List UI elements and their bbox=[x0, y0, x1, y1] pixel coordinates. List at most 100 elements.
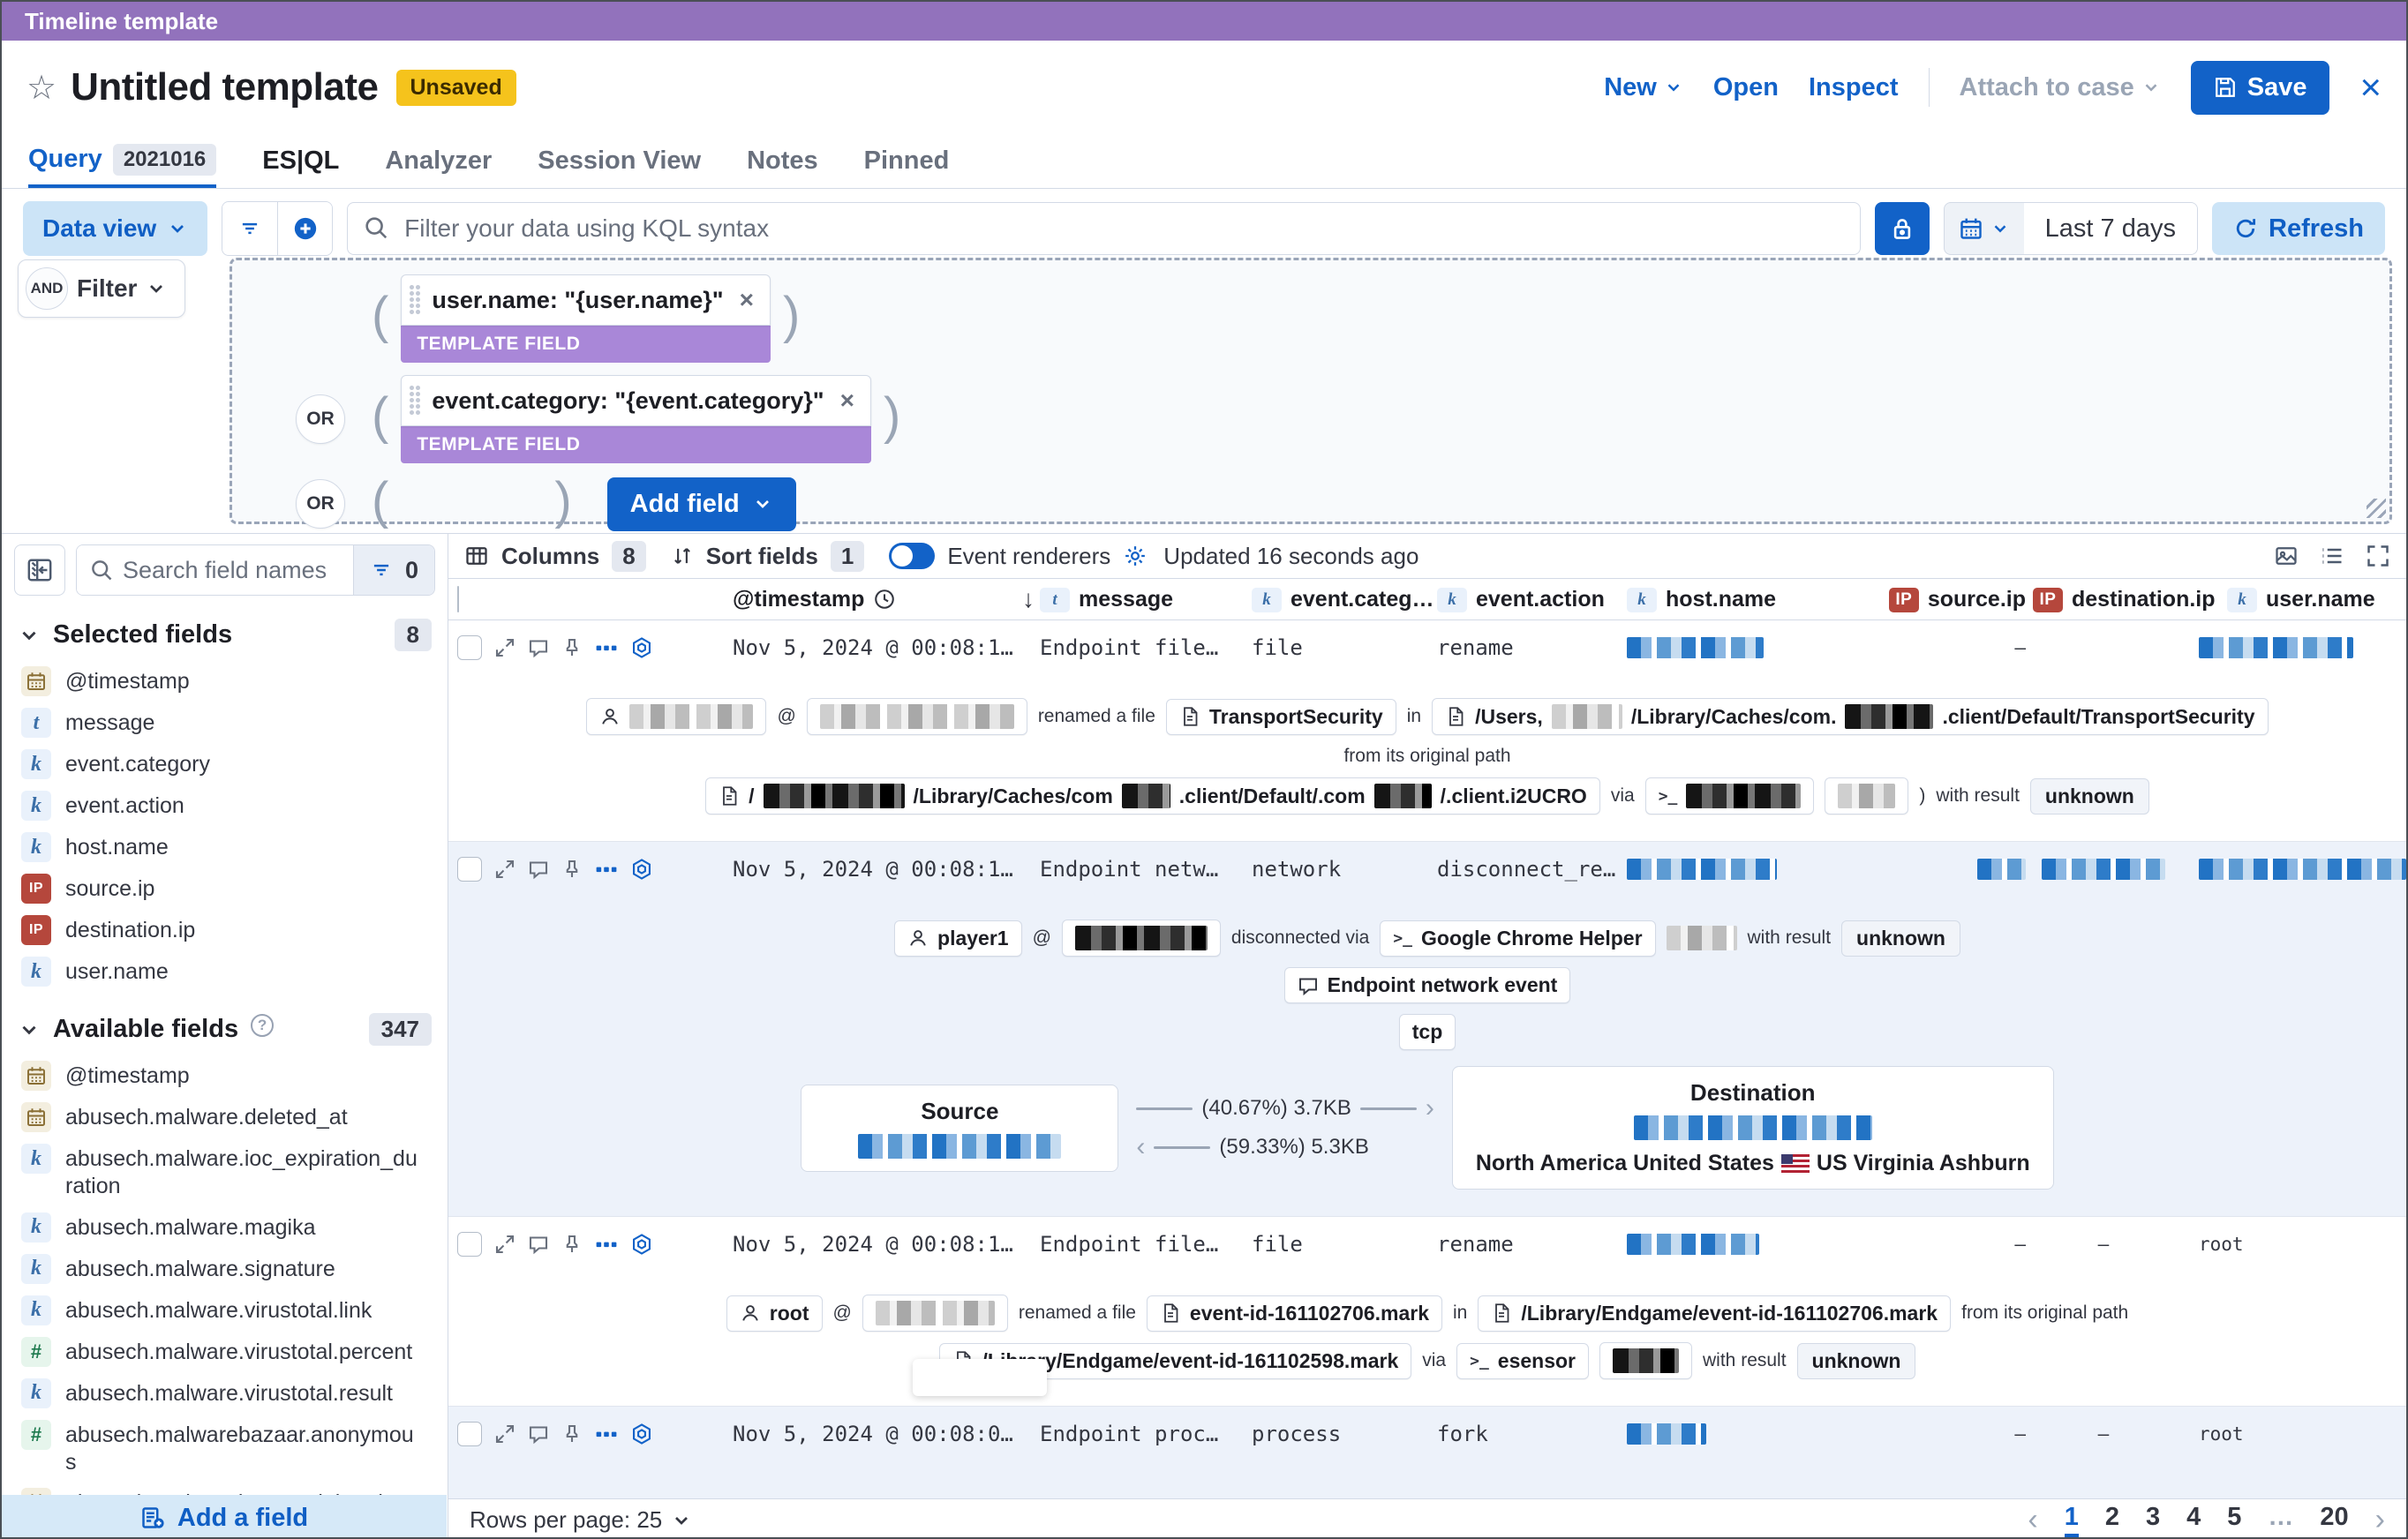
renderer-chip[interactable]: / /Library/Caches/com .client/Default/.com… bbox=[705, 777, 1600, 815]
field-item[interactable]: k abusech.malware.signature bbox=[2, 1248, 448, 1289]
more-actions-icon[interactable] bbox=[595, 1423, 618, 1445]
page-button[interactable]: 20 bbox=[2320, 1503, 2348, 1537]
next-page-button[interactable]: › bbox=[2375, 1503, 2385, 1537]
column-header-host[interactable]: k host.name bbox=[1627, 587, 1865, 612]
expand-event-icon[interactable] bbox=[494, 859, 515, 880]
sort-fields-button[interactable]: Sort fields bbox=[706, 543, 818, 570]
row-checkbox[interactable] bbox=[457, 1232, 482, 1257]
add-a-field-button[interactable]: Add a field bbox=[2, 1495, 447, 1537]
favorite-star-icon[interactable]: ☆ bbox=[26, 68, 56, 108]
field-item[interactable]: k event.category bbox=[2, 743, 448, 785]
previous-page-button[interactable]: ‹ bbox=[2028, 1503, 2037, 1537]
renderer-chip[interactable]: >_ Google Chrome Helper bbox=[1380, 920, 1656, 957]
analyze-event-icon[interactable] bbox=[630, 1423, 653, 1445]
page-button[interactable]: 2 bbox=[2105, 1503, 2119, 1537]
renderer-chip[interactable]: /Users, /Library/Caches/com. .client/Defau… bbox=[1432, 698, 2269, 735]
add-field-button[interactable]: Add field bbox=[606, 477, 796, 531]
pin-event-icon[interactable] bbox=[561, 1234, 583, 1255]
tab-query[interactable]: Query 2021016 bbox=[28, 134, 217, 188]
time-range-label[interactable]: Last 7 days bbox=[2023, 203, 2197, 254]
lock-query-button[interactable] bbox=[1874, 202, 1930, 255]
field-item[interactable]: k host.name bbox=[2, 826, 448, 867]
event-row[interactable]: Nov 5, 2024 @ 00:08:0… Endpoint proc… pr… bbox=[448, 1406, 2406, 1499]
add-filter-button[interactable] bbox=[277, 202, 333, 255]
expand-event-icon[interactable] bbox=[494, 637, 515, 658]
renderer-chip[interactable] bbox=[862, 1295, 1008, 1332]
available-fields-header[interactable]: Available fields ? 347 bbox=[2, 1001, 448, 1055]
field-item[interactable]: k user.name bbox=[2, 950, 448, 992]
close-icon[interactable]: × bbox=[2359, 69, 2382, 106]
refresh-button[interactable]: Refresh bbox=[2212, 202, 2385, 255]
rows-per-page-button[interactable]: Rows per page: 25 bbox=[470, 1506, 692, 1534]
columns-button[interactable]: Columns bbox=[501, 543, 599, 570]
renderer-chip[interactable]: tcp bbox=[1398, 1014, 1456, 1050]
field-item[interactable]: @timestamp bbox=[2, 1055, 448, 1096]
row-checkbox[interactable] bbox=[457, 1422, 482, 1446]
renderer-chip[interactable]: root bbox=[726, 1295, 823, 1332]
tab-pinned[interactable]: Pinned bbox=[864, 134, 950, 188]
fullscreen-icon[interactable] bbox=[2366, 544, 2390, 568]
field-search-input[interactable] bbox=[77, 545, 353, 595]
field-item[interactable]: k abusech.malware.magika bbox=[2, 1206, 448, 1248]
field-item[interactable]: # abusech.malwarebazaar.anonymous bbox=[2, 1414, 448, 1483]
field-item[interactable]: k abusech.malware.virustotal.link bbox=[2, 1289, 448, 1331]
data-view-button[interactable]: Data view bbox=[23, 201, 208, 256]
page-button[interactable]: 5 bbox=[2227, 1503, 2241, 1537]
save-button[interactable]: Save bbox=[2190, 60, 2330, 115]
event-row[interactable]: Nov 5, 2024 @ 00:08:1… Endpoint file… fi… bbox=[448, 1216, 2406, 1406]
add-note-icon[interactable] bbox=[528, 637, 549, 658]
and-filter-button[interactable]: AND Filter bbox=[18, 259, 186, 318]
selected-fields-header[interactable]: Selected fields 8 bbox=[2, 606, 448, 660]
analyze-event-icon[interactable] bbox=[630, 636, 653, 659]
analyze-event-icon[interactable] bbox=[630, 858, 653, 881]
renderer-chip[interactable] bbox=[586, 698, 767, 735]
renderer-chip[interactable]: >_ esensor bbox=[1456, 1342, 1590, 1379]
renderer-chip[interactable] bbox=[1061, 920, 1221, 957]
renderer-chip[interactable] bbox=[1599, 1342, 1693, 1379]
row-checkbox[interactable] bbox=[457, 635, 482, 660]
column-header-action[interactable]: k event.action bbox=[1437, 587, 1627, 612]
field-item[interactable]: t message bbox=[2, 702, 448, 743]
expand-event-icon[interactable] bbox=[494, 1234, 515, 1255]
renderer-chip[interactable]: TransportSecurity bbox=[1165, 698, 1396, 735]
field-item[interactable]: k abusech.malware.ioc_expiration_duration bbox=[2, 1137, 448, 1206]
renderer-chip[interactable]: Endpoint network event bbox=[1283, 967, 1571, 1003]
more-actions-icon[interactable] bbox=[595, 858, 618, 881]
inspect-button[interactable]: Inspect bbox=[1809, 73, 1899, 102]
field-item[interactable]: k abusech.malware.virustotal.result bbox=[2, 1372, 448, 1414]
new-button[interactable]: New bbox=[1604, 73, 1683, 102]
event-row[interactable]: Nov 5, 2024 @ 00:08:1… Endpoint netw… ne… bbox=[448, 841, 2406, 1216]
tab-session-view[interactable]: Session View bbox=[538, 134, 701, 188]
renderer-chip[interactable]: event-id-161102706.mark bbox=[1146, 1295, 1442, 1332]
filter-clause[interactable]: event.category: "{event.category}" × TEMP… bbox=[401, 375, 871, 463]
tab-analyzer[interactable]: Analyzer bbox=[385, 134, 492, 188]
pin-event-icon[interactable] bbox=[561, 1423, 583, 1445]
view-options-icon[interactable] bbox=[2320, 544, 2344, 568]
renderer-chip[interactable]: /Library/Endgame/event-id-161102706.mark bbox=[1478, 1295, 1952, 1332]
column-header-source-ip[interactable]: IP source.ip bbox=[1865, 587, 2033, 612]
field-item[interactable]: abusech.malware.deleted_at bbox=[2, 1096, 448, 1137]
pin-event-icon[interactable] bbox=[561, 859, 583, 880]
event-row[interactable]: Nov 5, 2024 @ 00:08:1… Endpoint file… fi… bbox=[448, 620, 2406, 841]
remove-clause-icon[interactable]: × bbox=[840, 387, 854, 415]
calendar-button[interactable] bbox=[1945, 203, 2024, 254]
collapse-sidebar-button[interactable] bbox=[14, 544, 65, 596]
renderer-chip[interactable] bbox=[806, 698, 1027, 735]
field-item[interactable]: @timestamp bbox=[2, 660, 448, 702]
column-header-timestamp[interactable]: @timestamp ↓ bbox=[669, 585, 1040, 612]
more-actions-icon[interactable] bbox=[595, 1233, 618, 1256]
field-item[interactable]: IP destination.ip bbox=[2, 909, 448, 950]
attach-to-case-button[interactable]: Attach to case bbox=[1960, 73, 2161, 102]
tab-notes[interactable]: Notes bbox=[747, 134, 818, 188]
more-actions-icon[interactable] bbox=[595, 636, 618, 659]
screenshot-icon[interactable] bbox=[2274, 544, 2299, 568]
add-note-icon[interactable] bbox=[528, 1423, 549, 1445]
analyze-event-icon[interactable] bbox=[630, 1233, 653, 1256]
filter-options-button[interactable] bbox=[222, 202, 278, 255]
tab-esql[interactable]: ES|QL bbox=[262, 134, 339, 188]
row-checkbox[interactable] bbox=[457, 857, 482, 882]
field-item[interactable]: IP source.ip bbox=[2, 867, 448, 909]
page-button[interactable]: 1 bbox=[2064, 1503, 2079, 1537]
page-button[interactable]: 3 bbox=[2146, 1503, 2160, 1537]
remove-clause-icon[interactable]: × bbox=[740, 286, 754, 314]
